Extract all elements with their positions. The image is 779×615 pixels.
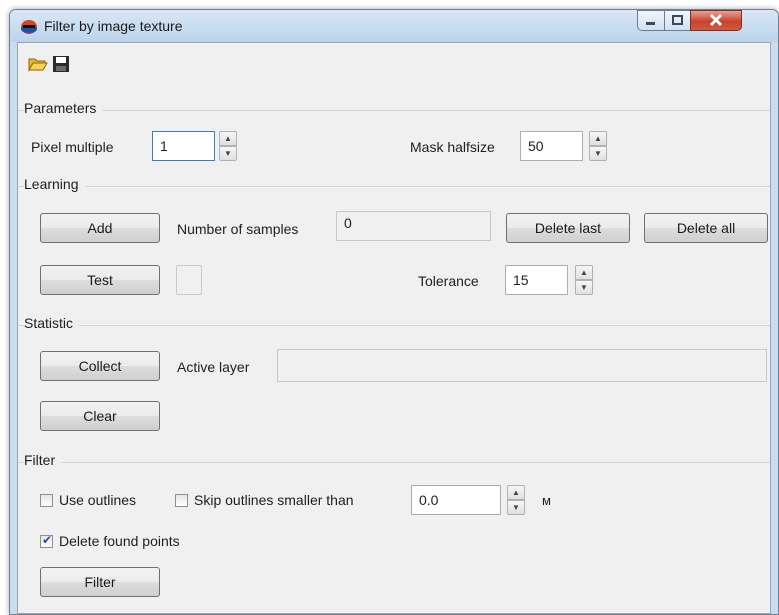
spin-up-icon[interactable]: ▲ bbox=[575, 265, 593, 280]
spin-down-icon[interactable]: ▼ bbox=[219, 146, 237, 161]
use-outlines-label[interactable]: Use outlines bbox=[59, 492, 136, 508]
spin-up-icon[interactable]: ▲ bbox=[219, 131, 237, 146]
pixel-multiple-spinner[interactable]: ▲ ▼ bbox=[219, 131, 237, 161]
collect-button[interactable]: Collect bbox=[40, 351, 160, 381]
skip-outlines-checkbox[interactable] bbox=[175, 494, 188, 507]
test-button[interactable]: Test bbox=[40, 265, 160, 295]
delete-found-points-checkbox[interactable] bbox=[40, 533, 53, 548]
skip-outlines-size-spinner[interactable]: ▲ ▼ bbox=[507, 485, 525, 515]
app-icon bbox=[21, 20, 37, 34]
filter-button[interactable]: Filter bbox=[40, 567, 160, 597]
filter-section-header: Filter bbox=[18, 452, 770, 472]
filter-dialog-window: Filter by image texture Parameters Pixel… bbox=[9, 9, 779, 615]
skip-outlines-label[interactable]: Skip outlines smaller than bbox=[194, 492, 354, 508]
tolerance-input[interactable]: 15 bbox=[505, 265, 568, 295]
close-icon bbox=[709, 13, 723, 27]
statistic-section-header: Statistic bbox=[18, 315, 770, 335]
add-button[interactable]: Add bbox=[40, 213, 160, 243]
spin-up-icon[interactable]: ▲ bbox=[589, 131, 607, 146]
maximize-icon bbox=[672, 15, 683, 25]
minimize-icon bbox=[646, 22, 655, 25]
pixel-multiple-label: Pixel multiple bbox=[31, 139, 114, 155]
parameters-section-header: Parameters bbox=[18, 100, 770, 120]
use-outlines-checkbox[interactable] bbox=[40, 494, 53, 507]
save-icon[interactable] bbox=[51, 55, 71, 73]
skip-outlines-size-input[interactable]: 0.0 bbox=[411, 485, 501, 515]
spin-down-icon[interactable]: ▼ bbox=[589, 146, 607, 161]
dialog-body: Parameters Pixel multiple 1 ▲ ▼ Mask hal… bbox=[17, 42, 771, 614]
number-of-samples-label: Number of samples bbox=[177, 221, 299, 237]
unit-label: м bbox=[542, 493, 551, 508]
minimize-button[interactable] bbox=[637, 10, 665, 31]
pixel-multiple-input[interactable]: 1 bbox=[152, 131, 215, 161]
close-button[interactable] bbox=[690, 10, 742, 31]
title-bar[interactable]: Filter by image texture bbox=[10, 10, 778, 42]
window-title: Filter by image texture bbox=[44, 18, 183, 34]
spin-up-icon[interactable]: ▲ bbox=[507, 485, 525, 500]
active-layer-field bbox=[277, 349, 767, 382]
number-of-samples-value: 0 bbox=[336, 211, 491, 241]
active-layer-label: Active layer bbox=[177, 359, 250, 375]
delete-all-button[interactable]: Delete all bbox=[644, 213, 768, 243]
learning-header: Learning bbox=[24, 176, 85, 192]
delete-last-button[interactable]: Delete last bbox=[506, 213, 630, 243]
mask-halfsize-input[interactable]: 50 bbox=[520, 131, 583, 161]
tolerance-spinner[interactable]: ▲ ▼ bbox=[575, 265, 593, 295]
delete-found-points-label[interactable]: Delete found points bbox=[59, 533, 180, 549]
learning-section-header: Learning bbox=[18, 176, 770, 196]
mask-halfsize-spinner[interactable]: ▲ ▼ bbox=[589, 131, 607, 161]
maximize-button[interactable] bbox=[664, 10, 691, 31]
filter-header: Filter bbox=[24, 452, 62, 468]
test-result-indicator bbox=[176, 265, 202, 295]
folder-open-icon[interactable] bbox=[28, 55, 48, 73]
statistic-header: Statistic bbox=[24, 315, 80, 331]
mask-halfsize-label: Mask halfsize bbox=[410, 139, 495, 155]
parameters-header: Parameters bbox=[24, 100, 103, 116]
spin-down-icon[interactable]: ▼ bbox=[507, 500, 525, 515]
spin-down-icon[interactable]: ▼ bbox=[575, 280, 593, 295]
tolerance-label: Tolerance bbox=[418, 273, 479, 289]
clear-button[interactable]: Clear bbox=[40, 401, 160, 431]
